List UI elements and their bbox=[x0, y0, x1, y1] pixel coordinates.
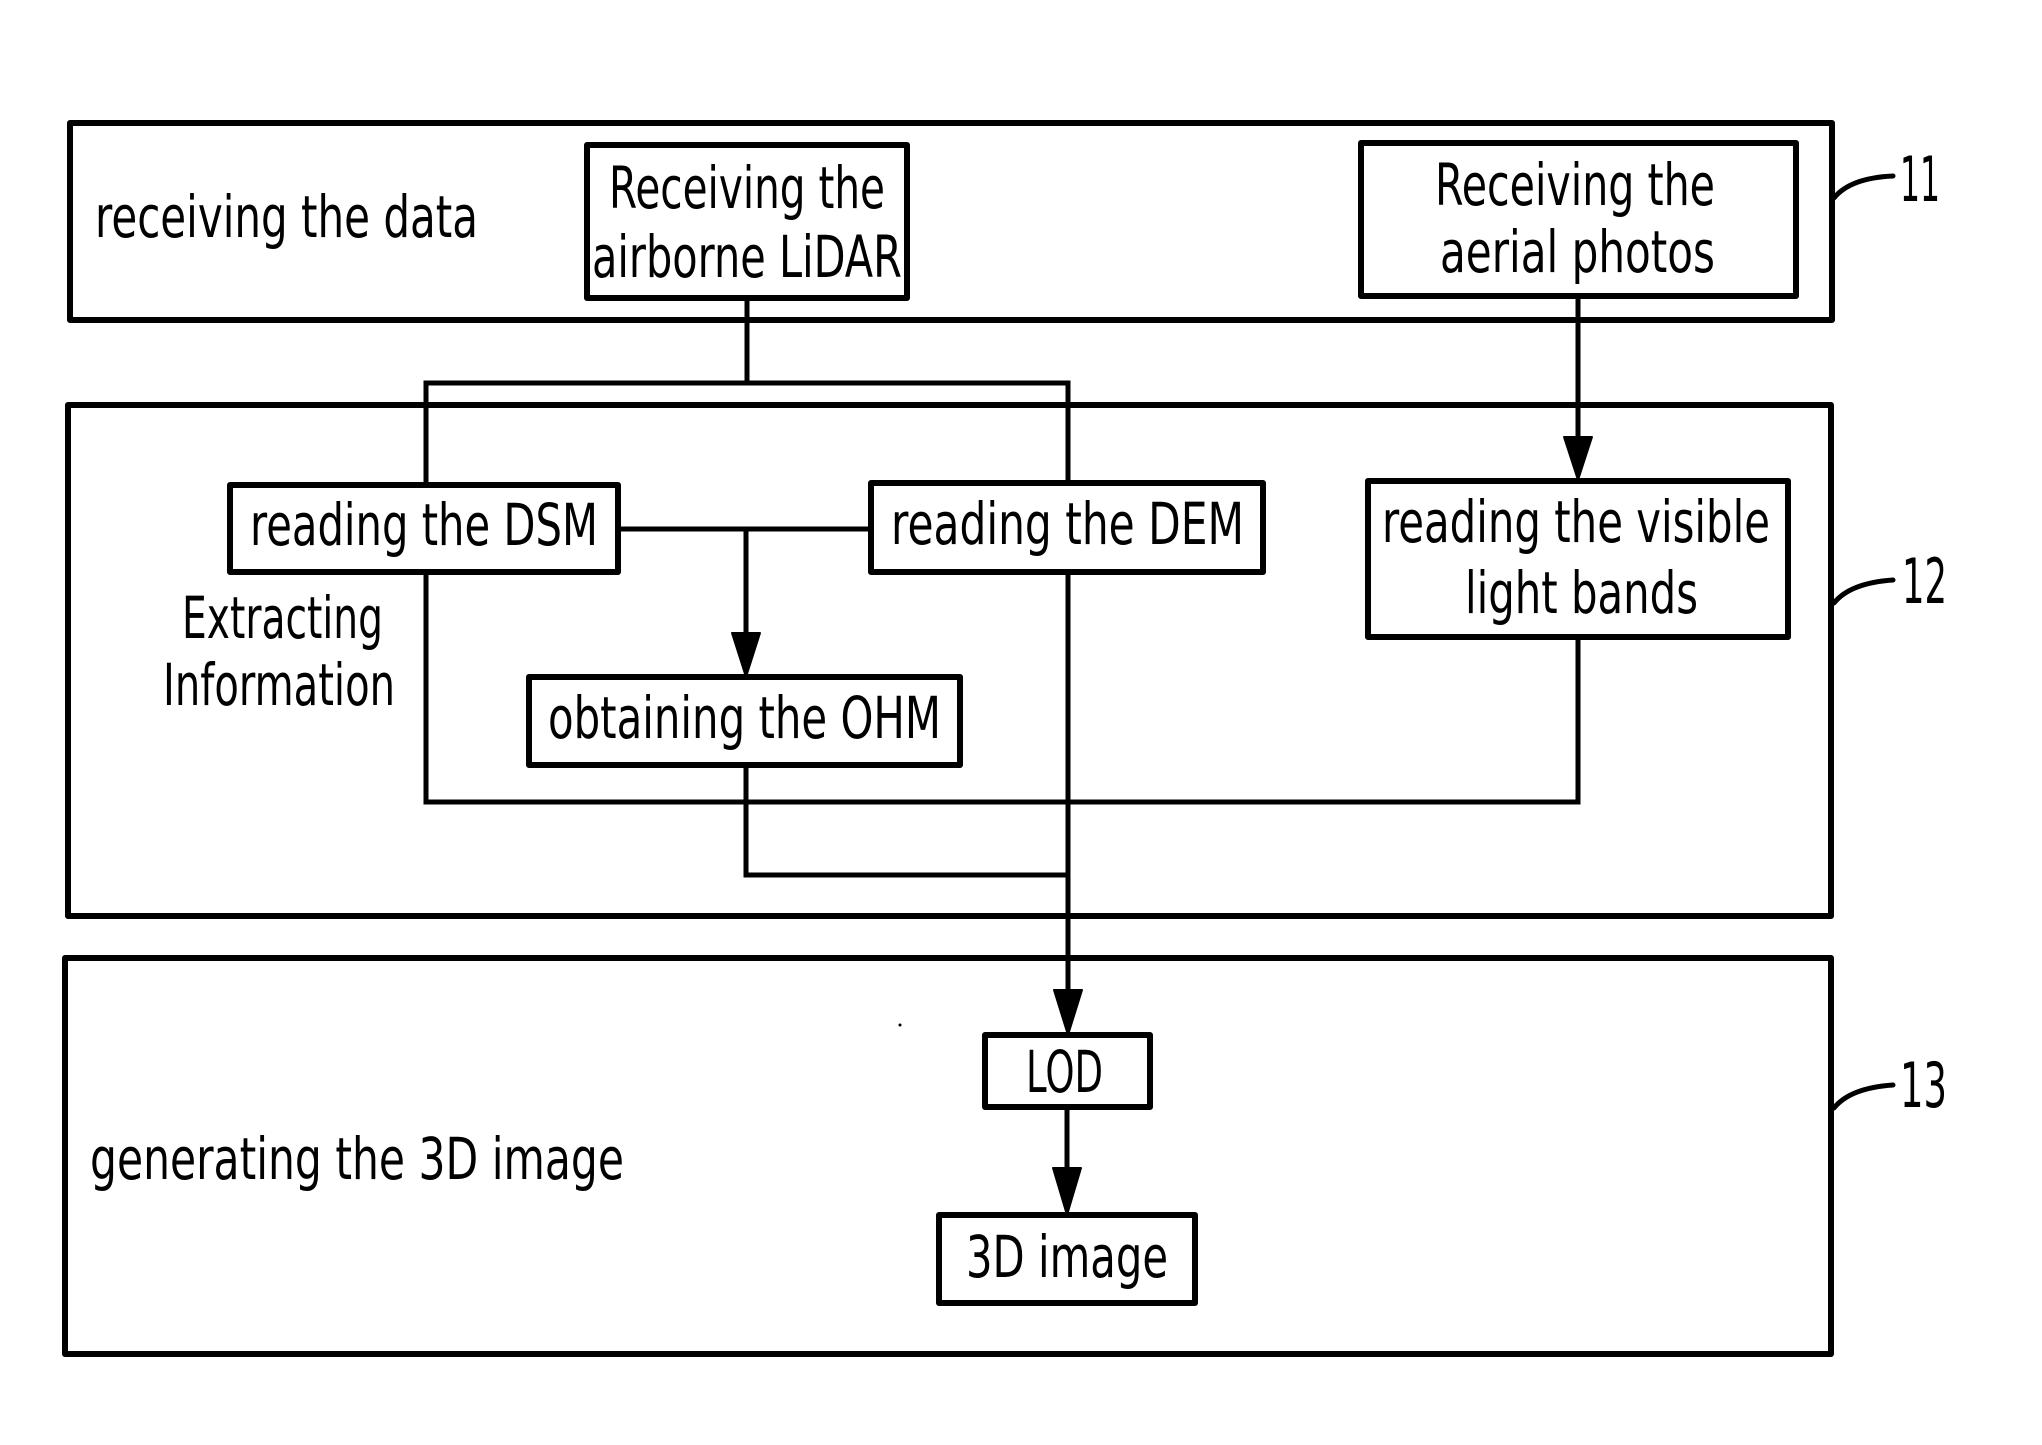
arrowhead-visible bbox=[1563, 436, 1593, 481]
node-aerial: Receiving the aerial photos bbox=[1358, 140, 1799, 299]
node-ohm-label: obtaining the OHM bbox=[548, 684, 941, 752]
node-aerial-line-1: Receiving the bbox=[1435, 151, 1715, 219]
node-visible-line-1: reading the visible bbox=[1382, 488, 1770, 556]
ref-13-leader bbox=[1831, 1082, 1896, 1111]
node-lidar-line-1: Receiving the bbox=[609, 154, 885, 222]
node-dem: reading the DEM bbox=[868, 480, 1266, 575]
arrowhead-3d bbox=[1052, 1167, 1082, 1216]
stage-11-label: receiving the data bbox=[95, 183, 478, 251]
node-dsm: reading the DSM bbox=[227, 482, 621, 575]
stage-12-label-line-2: Information bbox=[163, 651, 395, 719]
arrowhead-ohm bbox=[731, 632, 761, 678]
ref-11-leader bbox=[1831, 173, 1896, 201]
node-lod: LOD bbox=[982, 1032, 1153, 1110]
node-lidar-line-2: airborne LiDAR bbox=[592, 223, 902, 291]
arrowhead-lod bbox=[1053, 989, 1083, 1036]
node-visible-line-2: light bands bbox=[1465, 559, 1698, 627]
node-ohm: obtaining the OHM bbox=[526, 674, 963, 768]
ref-numeral-13: 13 bbox=[1900, 1049, 1947, 1122]
node-3d-image-label: 3D image bbox=[966, 1223, 1168, 1291]
node-lidar: Receiving the airborne LiDAR bbox=[584, 142, 910, 301]
scan-speck bbox=[898, 1023, 902, 1027]
ref-numeral-12: 12 bbox=[1902, 545, 1947, 618]
flowchart: Receiving the airborne LiDAR Receiving t… bbox=[62, 120, 1947, 1357]
node-lod-label: LOD bbox=[1026, 1038, 1103, 1106]
node-dsm-label: reading the DSM bbox=[250, 491, 598, 559]
ref-12-leader bbox=[1831, 577, 1896, 606]
stage-13-label: generating the 3D image bbox=[90, 1125, 624, 1193]
node-visible: reading the visible light bands bbox=[1365, 478, 1791, 640]
node-dem-label: reading the DEM bbox=[891, 490, 1244, 558]
node-3d-image: 3D image bbox=[936, 1212, 1198, 1306]
node-aerial-line-2: aerial photos bbox=[1440, 218, 1715, 286]
ref-numeral-11: 11 bbox=[1900, 143, 1940, 216]
stage-12-label-line-1: Extracting bbox=[182, 584, 383, 652]
